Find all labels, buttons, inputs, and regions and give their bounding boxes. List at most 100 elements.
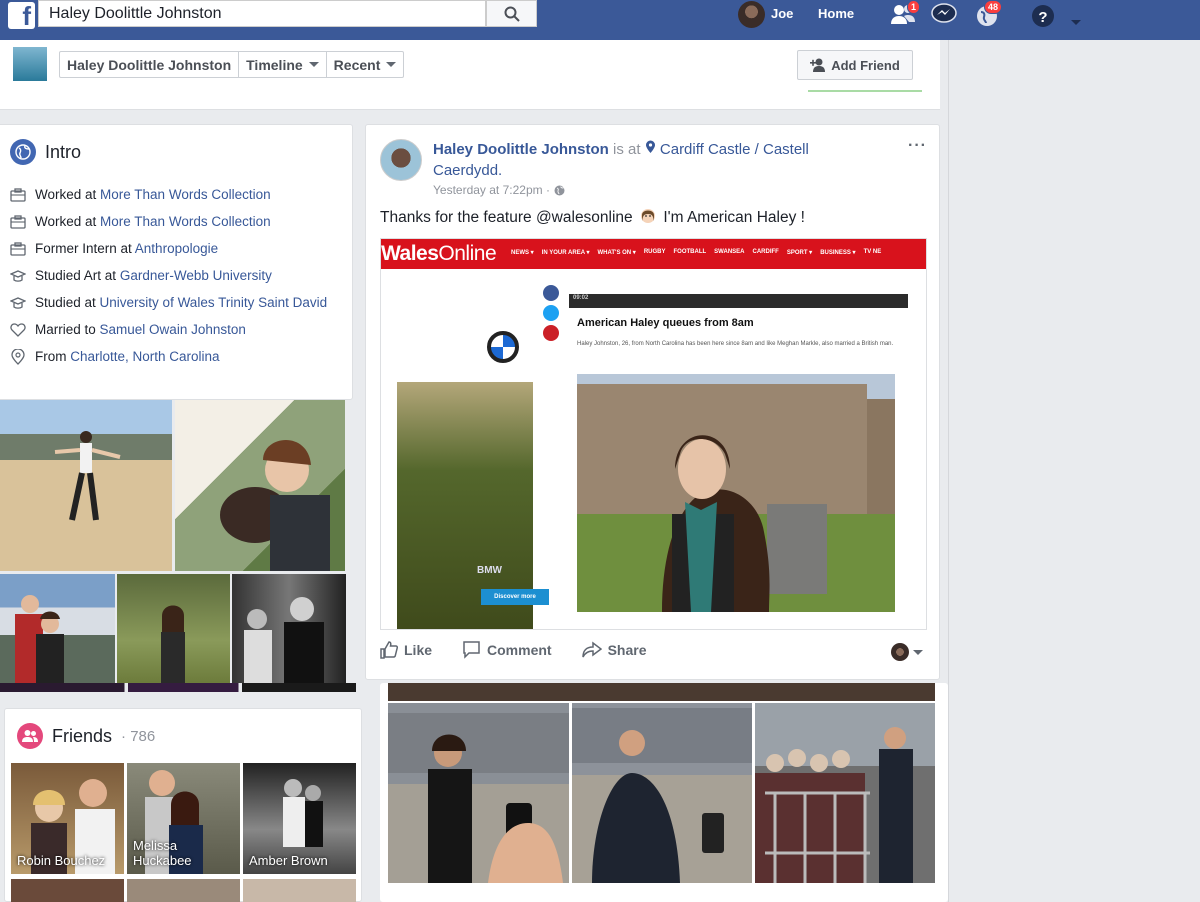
thumbs-up-icon — [380, 641, 398, 659]
nav-item: BUSINESS ▾ — [820, 250, 856, 256]
friends-icon — [17, 723, 43, 749]
intro-item-text: Married to — [35, 322, 100, 337]
spouse-link[interactable]: Samuel Owain Johnston — [100, 322, 246, 337]
graduation-cap-icon — [9, 267, 27, 285]
intro-card: Intro Worked at More Than Words Collecti… — [0, 124, 353, 400]
friend-tile[interactable]: Melissa Huckabee — [127, 763, 240, 874]
messenger-icon — [931, 3, 957, 23]
post-options-button[interactable]: ··· — [908, 137, 927, 155]
facebook-logo-icon[interactable]: f — [8, 1, 35, 31]
chevron-down-icon — [308, 62, 319, 67]
intro-item-relationship: Married to Samuel Owain Johnston — [9, 321, 339, 339]
notifications-button[interactable]: 48 — [975, 0, 1003, 28]
ad-brand-text: BMW — [477, 565, 502, 576]
logo-bold: Wales — [381, 242, 439, 265]
photo-black-and-white[interactable] — [232, 574, 346, 685]
friend-tile[interactable] — [11, 879, 124, 902]
help-button[interactable]: ? — [1031, 2, 1057, 28]
like-label: Like — [404, 642, 433, 658]
photo-mountain-couple[interactable] — [0, 574, 115, 685]
user-profile-link[interactable]: Joe — [771, 6, 793, 21]
help-icon: ? — [1032, 5, 1054, 27]
photo-row-partial[interactable] — [0, 683, 356, 692]
friends-title: Friends · 786 — [17, 723, 155, 749]
workplace-link[interactable]: Anthropologie — [135, 241, 218, 256]
post-shared-image[interactable]: WalesOnline NEWS ▾ IN YOUR AREA ▾ WHAT'S… — [380, 238, 927, 630]
profile-sticky-header: Haley Doolittle Johnston Timeline Recent… — [0, 40, 940, 110]
nav-item: SWANSEA — [714, 249, 745, 255]
article-photo — [577, 374, 895, 612]
friend-name: Amber Brown — [249, 853, 328, 868]
profile-name-crumb[interactable]: Haley Doolittle Johnston — [60, 52, 240, 77]
like-button[interactable]: Like — [380, 641, 432, 659]
nav-item: WHAT'S ON ▾ — [597, 250, 636, 256]
comment-button[interactable]: Comment — [462, 641, 552, 659]
friends-heading[interactable]: Friends — [52, 726, 112, 747]
walesonline-nav: NEWS ▾ IN YOUR AREA ▾ WHAT'S ON ▾ RUGBY … — [511, 249, 881, 256]
account-menu-chevron-down-icon[interactable] — [1071, 12, 1097, 38]
friend-tile[interactable]: Amber Brown — [243, 763, 356, 874]
walesonline-logo: WalesOnline — [381, 242, 497, 266]
briefcase-icon — [9, 213, 27, 231]
chevron-down-icon — [913, 649, 923, 655]
intro-heading: Intro — [45, 141, 82, 162]
intro-item-education-1: Studied Art at Gardner-Webb University — [9, 267, 339, 285]
chevron-down-icon — [386, 62, 397, 67]
post-photo-1[interactable] — [388, 703, 569, 883]
post-photo-top[interactable] — [388, 683, 935, 701]
add-friend-icon — [810, 58, 826, 72]
post-photo-2[interactable] — [572, 703, 752, 883]
friend-requests-button[interactable]: 1 — [890, 0, 921, 28]
nav-item: NEWS ▾ — [511, 250, 534, 256]
school-link[interactable]: Gardner-Webb University — [120, 268, 272, 283]
post-message-text: Thanks for the feature @walesonline — [380, 209, 633, 226]
intro-item-work-1: Worked at More Than Words Collection — [9, 186, 339, 204]
timeline-dropdown[interactable]: Timeline — [239, 52, 327, 77]
post-author-link[interactable]: Haley Doolittle Johnston — [433, 141, 609, 158]
briefcase-icon — [9, 186, 27, 204]
search-input[interactable]: Haley Doolittle Johnston — [38, 0, 486, 27]
add-friend-button[interactable]: Add Friend — [797, 50, 913, 80]
friend-name: Robin Bouchez — [17, 853, 106, 868]
home-link[interactable]: Home — [818, 6, 854, 21]
friends-count: · 786 — [121, 727, 156, 745]
search-button[interactable] — [486, 0, 537, 27]
friend-tile[interactable] — [243, 879, 356, 902]
messages-button[interactable] — [931, 2, 957, 28]
comment-icon — [463, 641, 480, 659]
live-time: 09:02 — [573, 295, 589, 301]
user-avatar[interactable] — [738, 1, 765, 28]
nav-item: IN YOUR AREA ▾ — [541, 250, 590, 256]
intro-list: Worked at More Than Words Collection Wor… — [9, 186, 339, 375]
friend-tile[interactable] — [127, 879, 240, 902]
nav-item: FOOTBALL — [673, 249, 707, 255]
recent-dropdown[interactable]: Recent — [327, 52, 404, 77]
intro-item-text: Worked at — [35, 187, 101, 202]
hometown-link[interactable]: Charlotte, North Carolina — [70, 349, 219, 364]
breadcrumb: Haley Doolittle Johnston Timeline Recent — [59, 51, 405, 78]
briefcase-icon — [9, 240, 27, 258]
profile-thumbnail[interactable] — [13, 47, 47, 81]
workplace-link[interactable]: More Than Words Collection — [100, 187, 271, 202]
photo-park[interactable] — [117, 574, 230, 685]
top-navigation-bar: f Haley Doolittle Johnston Joe Home 1 48… — [0, 0, 1200, 40]
post-actions: Like Comment Share — [380, 641, 927, 659]
post-photo-3[interactable] — [755, 703, 935, 883]
intro-item-text: Worked at — [35, 214, 101, 229]
post-as-selector[interactable] — [891, 643, 923, 661]
divider — [808, 90, 922, 92]
workplace-link[interactable]: More Than Words Collection — [100, 214, 271, 229]
walesonline-header: WalesOnline NEWS ▾ IN YOUR AREA ▾ WHAT'S… — [381, 239, 926, 269]
timeline-label: Timeline — [246, 56, 303, 73]
post-author-avatar[interactable] — [380, 139, 422, 181]
intro-item-text: Studied at — [35, 295, 100, 310]
friend-tile[interactable]: Robin Bouchez — [11, 763, 124, 874]
photo-dog[interactable] — [175, 400, 345, 571]
post-timestamp[interactable]: Yesterday at 7:22pm · — [433, 183, 565, 197]
intro-item-hometown: From Charlotte, North Carolina — [9, 348, 339, 366]
facebook-icon — [543, 285, 559, 301]
school-link[interactable]: University of Wales Trinity Saint David — [100, 295, 328, 310]
intro-item-education-2: Studied at University of Wales Trinity S… — [9, 294, 339, 312]
share-button[interactable]: Share — [581, 641, 647, 659]
photo-beach[interactable] — [0, 400, 172, 571]
